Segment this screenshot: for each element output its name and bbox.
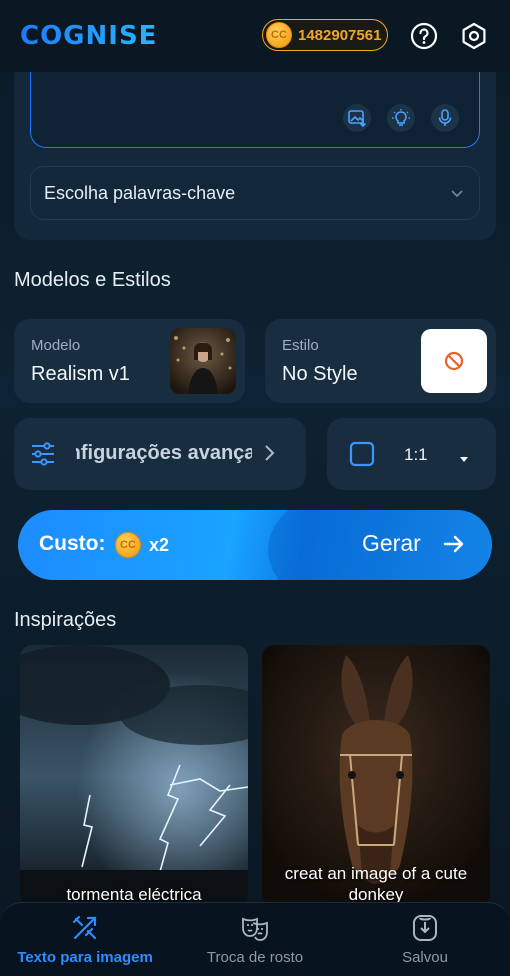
inspirations-title: Inspirações xyxy=(14,609,117,631)
help-circle-icon[interactable] xyxy=(410,22,438,50)
advanced-settings-button[interactable]: Configurações avançadas xyxy=(14,418,306,490)
cost-label: Custo: xyxy=(39,532,106,555)
style-value: No Style xyxy=(282,363,358,385)
chevron-down-icon xyxy=(449,185,465,206)
storm-image xyxy=(20,645,248,907)
settings-icon[interactable] xyxy=(460,22,488,50)
inspiration-card-storm[interactable]: tormenta eléctrica xyxy=(20,645,248,907)
style-selector[interactable]: Estilo No Style xyxy=(265,319,496,403)
caret-down-icon xyxy=(459,450,469,468)
model-label: Modelo xyxy=(31,337,81,354)
cost-multiplier: x2 xyxy=(149,535,170,555)
inspiration-card-donkey[interactable]: creat an image of a cute donkey xyxy=(262,645,490,907)
nav-item-saved[interactable]: Salvou xyxy=(340,903,510,976)
credits-badge[interactable]: CC 1482907561 xyxy=(262,19,388,51)
app-header: COGNISE CC 1482907561 xyxy=(0,0,510,72)
generate-button[interactable]: Custo: CC x2 Gerar xyxy=(18,510,492,580)
model-selector[interactable]: Modelo Realism v1 xyxy=(14,319,245,403)
keywords-dropdown[interactable]: Escolha palavras-chave xyxy=(30,166,480,220)
microphone-icon[interactable] xyxy=(431,104,459,132)
style-label: Estilo xyxy=(282,337,319,354)
saved-download-icon xyxy=(410,913,440,943)
no-style-icon xyxy=(421,329,487,393)
generate-label: Gerar xyxy=(362,530,421,556)
model-value: Realism v1 xyxy=(31,363,130,385)
lightbulb-icon[interactable] xyxy=(387,104,415,132)
sliders-icon xyxy=(30,441,56,472)
arrow-right-icon xyxy=(442,532,466,561)
nav-item-face-swap[interactable]: Troca de rosto xyxy=(170,903,340,976)
face-swap-masks-icon xyxy=(240,913,270,943)
model-thumbnail xyxy=(170,328,236,394)
prompt-card: Escolha palavras-chave xyxy=(14,72,496,240)
image-upload-icon[interactable] xyxy=(343,104,371,132)
nav-label: Salvou xyxy=(402,949,448,966)
text-to-image-icon xyxy=(70,913,100,943)
coin-icon: CC xyxy=(115,532,141,558)
prompt-textarea[interactable] xyxy=(30,72,480,148)
advanced-settings-label: Configurações avançadas xyxy=(76,442,252,464)
nav-item-text-to-image[interactable]: Texto para imagem xyxy=(0,903,170,976)
aspect-ratio-icon xyxy=(349,441,375,472)
bottom-navigation: Texto para imagem Troca de rosto Salvou xyxy=(0,902,510,976)
inspiration-caption: creat an image of a cute donkey xyxy=(284,864,468,904)
aspect-ratio-dropdown[interactable]: 1:1 xyxy=(327,418,496,490)
app-logo[interactable]: COGNISE xyxy=(20,21,157,51)
nav-label: Texto para imagem xyxy=(17,949,153,966)
credits-value: 1482907561 xyxy=(298,26,382,44)
nav-label: Troca de rosto xyxy=(206,949,304,966)
models-section-title: Modelos e Estilos xyxy=(14,269,171,291)
keywords-placeholder: Escolha palavras-chave xyxy=(44,182,236,203)
coin-icon: CC xyxy=(266,22,292,48)
chevron-right-icon xyxy=(262,444,276,467)
aspect-ratio-value: 1:1 xyxy=(404,445,428,464)
